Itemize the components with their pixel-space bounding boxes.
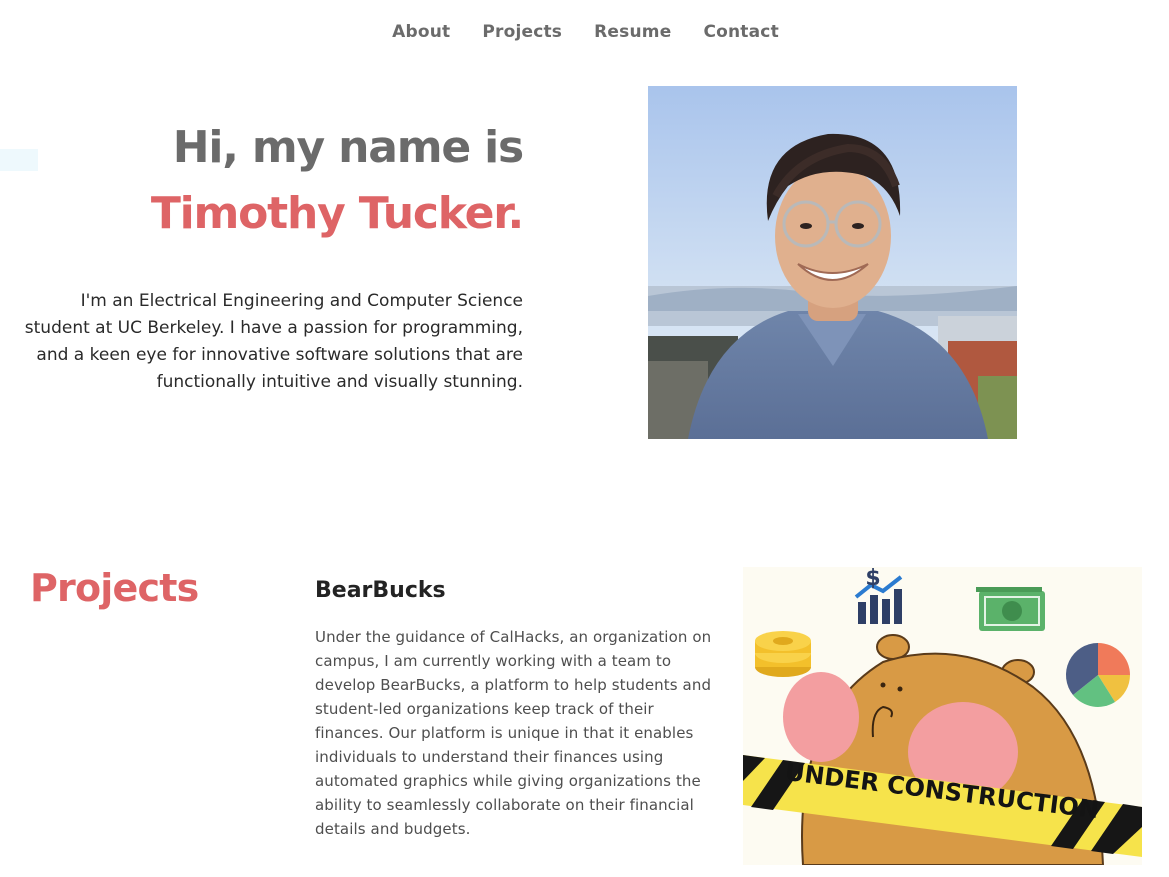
project-image: $ UNDER CONSTRUCTION — [743, 567, 1142, 865]
banknote-icon — [976, 587, 1045, 631]
nav-link-about[interactable]: About — [392, 22, 450, 42]
hero-bio: I'm an Electrical Engineering and Comput… — [24, 291, 523, 392]
hero-heading: Hi, my name is Timothy Tucker. — [3, 118, 524, 250]
projects-heading: Projects — [30, 566, 199, 610]
dollar-sign: $ — [865, 567, 880, 591]
main-nav: About Projects Resume Contact — [0, 22, 1169, 42]
profile-photo — [648, 86, 1017, 439]
nav-link-contact[interactable]: Contact — [703, 22, 778, 42]
hero-name: Timothy Tucker. — [150, 188, 524, 239]
nav-link-resume[interactable]: Resume — [594, 22, 671, 42]
hero-greeting: Hi, my name is — [172, 122, 524, 173]
project-title: BearBucks — [315, 578, 446, 603]
pie-chart-icon — [1065, 643, 1130, 707]
coins-icon — [755, 631, 811, 677]
nav-link-projects[interactable]: Projects — [482, 22, 562, 42]
project-description: Under the guidance of CalHacks, an organ… — [315, 628, 712, 838]
